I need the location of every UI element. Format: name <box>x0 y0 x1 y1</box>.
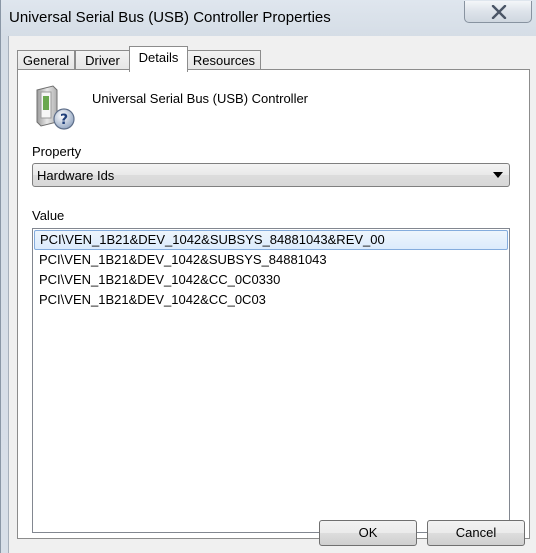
property-label: Property <box>32 144 82 159</box>
dialog-client-area: General Driver Details Resources ? Unive… <box>8 36 536 553</box>
cancel-button[interactable]: Cancel <box>427 520 525 546</box>
list-item[interactable]: PCI\VEN_1B21&DEV_1042&CC_0C03 <box>34 290 508 310</box>
close-button[interactable] <box>464 1 532 23</box>
property-dropdown[interactable]: Hardware Ids <box>32 163 510 187</box>
value-label: Value <box>32 208 65 223</box>
tab-general[interactable]: General <box>17 50 75 70</box>
properties-window: Universal Serial Bus (USB) Controller Pr… <box>0 0 536 553</box>
list-item[interactable]: PCI\VEN_1B21&DEV_1042&SUBSYS_84881043&RE… <box>34 230 508 250</box>
tab-driver[interactable]: Driver <box>75 50 130 70</box>
details-tab-panel: ? Universal Serial Bus (USB) Controller … <box>17 69 530 539</box>
device-name: Universal Serial Bus (USB) Controller <box>92 91 309 106</box>
svg-text:?: ? <box>60 112 68 128</box>
ok-button[interactable]: OK <box>319 520 417 546</box>
tab-resources[interactable]: Resources <box>187 50 261 70</box>
list-item[interactable]: PCI\VEN_1B21&DEV_1042&CC_0C0330 <box>34 270 508 290</box>
chevron-down-icon <box>493 172 503 178</box>
usb-controller-unknown-icon: ? <box>31 84 79 132</box>
close-icon <box>491 5 507 19</box>
property-selected-value: Hardware Ids <box>37 168 115 183</box>
title-bar[interactable]: Universal Serial Bus (USB) Controller Pr… <box>1 0 536 36</box>
window-title: Universal Serial Bus (USB) Controller Pr… <box>9 9 331 26</box>
value-listbox[interactable]: PCI\VEN_1B21&DEV_1042&SUBSYS_84881043&RE… <box>32 228 510 533</box>
list-item[interactable]: PCI\VEN_1B21&DEV_1042&SUBSYS_84881043 <box>34 250 508 270</box>
tab-details[interactable]: Details <box>129 46 188 72</box>
